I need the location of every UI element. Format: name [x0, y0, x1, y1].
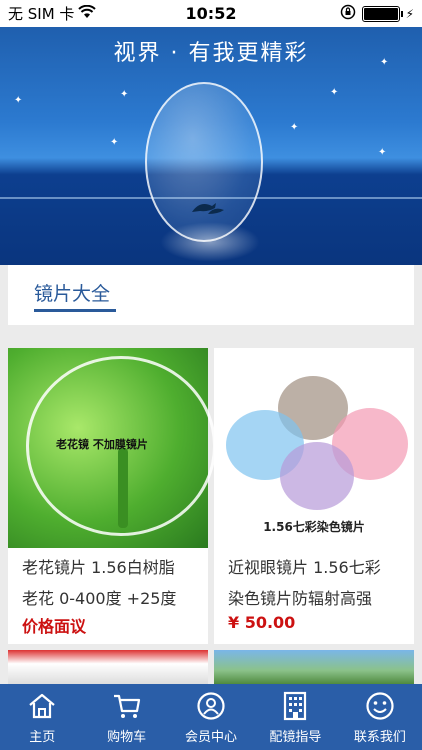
plant-decoration [118, 448, 128, 528]
product-card[interactable]: 老花镜 不加膜镜片 老花镜片 1.56白树脂 老花 0-400度 +25度 价格… [8, 348, 216, 644]
product-price: ¥ 50.00 [228, 613, 296, 632]
tab-label: 联系我们 [353, 730, 406, 745]
cart-icon [111, 690, 143, 722]
product-image-caption: 1.56七彩染色镜片 [263, 520, 365, 534]
product-name-line1: 老花镜片 1.56白树脂 [22, 558, 175, 577]
product-card-partial[interactable] [214, 650, 414, 684]
section-header: 镜片大全 [8, 265, 414, 325]
tab-home[interactable]: 主页 [0, 684, 84, 750]
carrier-label: 无 SIM 卡 [8, 5, 75, 23]
wifi-icon [78, 4, 97, 23]
tab-label: 会员中心 [185, 730, 238, 745]
product-card-partial[interactable] [8, 650, 208, 684]
star-decoration: ✦ [290, 122, 299, 133]
star-decoration: ✦ [378, 147, 387, 158]
smiley-icon [364, 690, 396, 722]
tab-contact-us[interactable]: 联系我们 [338, 684, 422, 750]
user-icon [195, 690, 227, 722]
product-price: 价格面议 [22, 617, 87, 636]
product-image-caption: 老花镜 不加膜镜片 [56, 438, 148, 451]
lens-purple [280, 442, 354, 510]
star-decoration: ✦ [110, 137, 119, 148]
star-decoration: ✦ [380, 57, 389, 68]
product-image[interactable]: 老花镜 不加膜镜片 [8, 348, 216, 548]
rotation-lock-icon [340, 4, 356, 24]
tab-member-center[interactable]: 会员中心 [169, 684, 253, 750]
tab-fitting-guide[interactable]: 配镜指导 [253, 684, 337, 750]
home-icon [26, 690, 58, 722]
product-card[interactable]: 1.56七彩染色镜片 近视眼镜片 1.56七彩 染色镜片防辐射高强 ¥ 50.0… [214, 348, 414, 644]
section-underline [34, 309, 116, 312]
bottom-tab-bar: 主页 购物车 会员中心 配镜指导 联系我们 [0, 684, 422, 750]
star-decoration: ✦ [120, 89, 129, 100]
tab-cart[interactable]: 购物车 [84, 684, 168, 750]
dolphin-icon [190, 200, 226, 220]
battery-icon [361, 5, 403, 22]
product-name-line2: 老花 0-400度 +25度 [22, 589, 177, 608]
product-name-line1: 近视眼镜片 1.56七彩 [228, 558, 381, 577]
star-decoration: ✦ [14, 95, 23, 106]
building-icon [279, 690, 311, 722]
tab-label: 配镜指导 [269, 730, 322, 745]
tab-label: 主页 [29, 730, 56, 745]
tab-label: 购物车 [107, 730, 147, 745]
status-bar: 无 SIM 卡 10:52 ⚡ [0, 0, 422, 27]
product-image[interactable]: 1.56七彩染色镜片 [214, 348, 414, 548]
section-title[interactable]: 镜片大全 [34, 279, 110, 306]
banner-title: 视界 · 有我更精彩 [113, 41, 309, 66]
charging-icon: ⚡ [405, 6, 414, 21]
hero-banner[interactable]: 视界 · 有我更精彩 ✦ ✦ ✦ ✦ ✦ ✦ ✦ [0, 27, 422, 265]
product-name-line2: 染色镜片防辐射高强 [228, 589, 373, 608]
star-decoration: ✦ [330, 87, 339, 98]
water-reflection [160, 222, 260, 262]
